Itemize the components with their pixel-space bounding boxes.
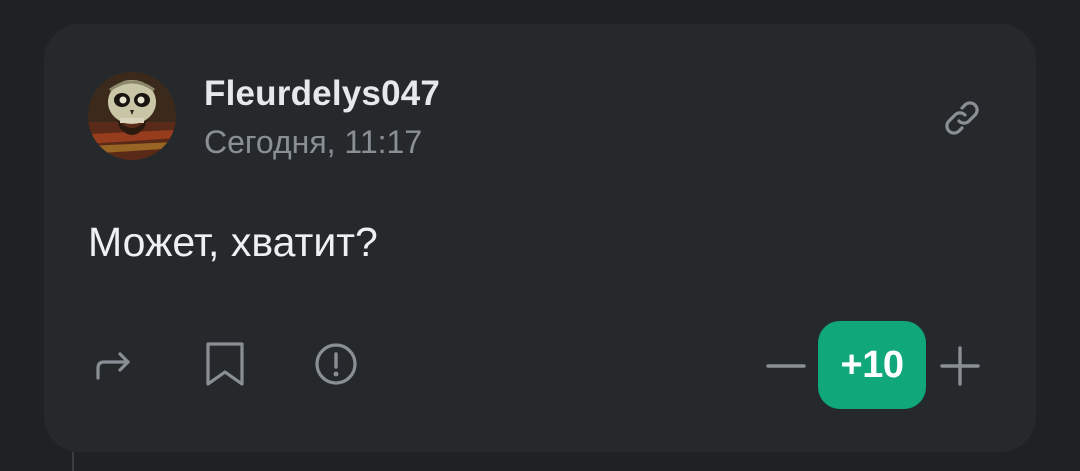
- copy-link-button[interactable]: [940, 96, 984, 140]
- downvote-button[interactable]: [762, 342, 810, 390]
- bookmark-icon: [206, 342, 244, 386]
- comment-text: Может, хватит?: [88, 219, 378, 265]
- link-icon: [945, 101, 979, 135]
- exclamation-circle-icon: [315, 343, 357, 385]
- report-button[interactable]: [310, 338, 362, 390]
- author-name[interactable]: Fleurdelys047: [204, 72, 440, 116]
- plus-icon: [940, 346, 980, 386]
- share-arrow-icon: [96, 352, 130, 380]
- page: Fleurdelys047 Сегодня, 11:17 Может, хват…: [0, 0, 1080, 471]
- comment-timestamp[interactable]: Сегодня, 11:17: [204, 122, 422, 162]
- bookmark-button[interactable]: [200, 338, 252, 390]
- avatar[interactable]: [88, 72, 176, 160]
- thread-line: [72, 452, 74, 471]
- comment-card: Fleurdelys047 Сегодня, 11:17 Может, хват…: [44, 24, 1036, 452]
- upvote-button[interactable]: [936, 342, 984, 390]
- rating-badge: +10: [818, 321, 926, 409]
- share-button[interactable]: [88, 338, 140, 390]
- skull-avatar-image: [88, 72, 176, 160]
- minus-icon: [766, 364, 806, 368]
